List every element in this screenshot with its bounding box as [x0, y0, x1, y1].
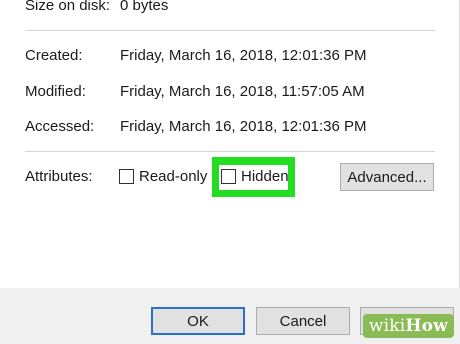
wikihow-watermark: wikiHow [362, 314, 454, 338]
modified-value: Friday, March 16, 2018, 11:57:05 AM [120, 83, 365, 100]
divider [25, 151, 435, 152]
accessed-label: Accessed: [25, 118, 95, 135]
read-only-checkbox[interactable]: Read-only [119, 168, 207, 185]
hidden-label: Hidden [241, 168, 289, 185]
cancel-button[interactable]: Cancel [256, 307, 350, 335]
ok-button[interactable]: OK [151, 307, 245, 335]
watermark-how: How [405, 316, 448, 336]
created-value: Friday, March 16, 2018, 12:01:36 PM [120, 47, 367, 64]
read-only-label: Read-only [139, 168, 208, 185]
advanced-button[interactable]: Advanced... [340, 163, 434, 191]
properties-panel: Size on disk: 0 bytes Created: Friday, M… [0, 0, 460, 288]
size-on-disk-value: 0 bytes [120, 0, 169, 14]
size-on-disk-label: Size on disk: [25, 0, 111, 14]
hidden-checkbox-box[interactable] [221, 169, 236, 184]
hidden-checkbox[interactable]: Hidden [221, 168, 289, 185]
read-only-checkbox-box[interactable] [119, 169, 134, 184]
created-label: Created: [25, 47, 83, 64]
divider [25, 30, 435, 31]
watermark-wiki: wiki [368, 316, 406, 336]
accessed-value: Friday, March 16, 2018, 12:01:36 PM [120, 118, 367, 135]
attributes-label: Attributes: [25, 168, 93, 185]
modified-label: Modified: [25, 83, 86, 100]
